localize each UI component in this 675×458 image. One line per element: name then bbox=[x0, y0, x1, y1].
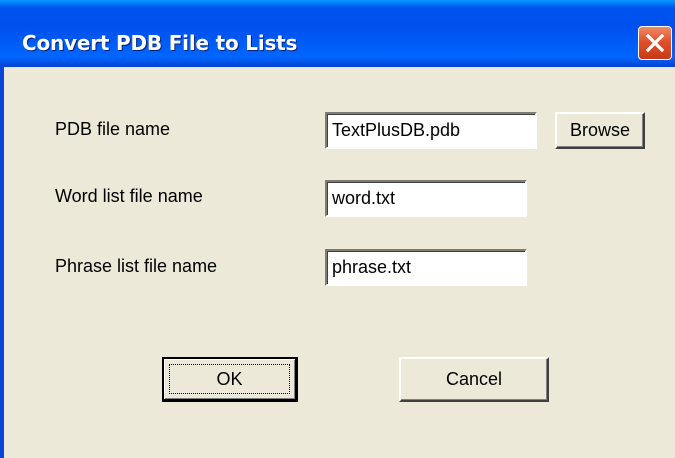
pdb-file-name-input[interactable]: TextPlusDB.pdb bbox=[325, 112, 537, 149]
phrase-list-file-name-input[interactable]: phrase.txt bbox=[325, 249, 527, 286]
dialog-body: PDB file name TextPlusDB.pdb Browse Word… bbox=[4, 67, 675, 458]
word-list-file-name-label: Word list file name bbox=[55, 186, 203, 206]
pdb-file-name-label: PDB file name bbox=[55, 119, 171, 139]
close-button[interactable] bbox=[638, 26, 672, 60]
cancel-button-label: Cancel bbox=[445, 369, 503, 389]
phrase-list-file-name-label: Phrase list file name bbox=[55, 256, 218, 276]
ok-button[interactable]: OK bbox=[162, 357, 298, 402]
browse-button[interactable]: Browse bbox=[555, 112, 645, 149]
close-icon bbox=[645, 33, 665, 53]
browse-button-label: Browse bbox=[569, 120, 631, 140]
word-list-file-name-input[interactable]: word.txt bbox=[325, 180, 527, 217]
window-title: Convert PDB File to Lists bbox=[22, 31, 298, 55]
title-bar[interactable]: Convert PDB File to Lists bbox=[0, 0, 675, 67]
ok-button-label: OK bbox=[216, 368, 243, 389]
dialog-window: Convert PDB File to Lists PDB file name … bbox=[0, 0, 675, 458]
cancel-button[interactable]: Cancel bbox=[399, 357, 549, 402]
